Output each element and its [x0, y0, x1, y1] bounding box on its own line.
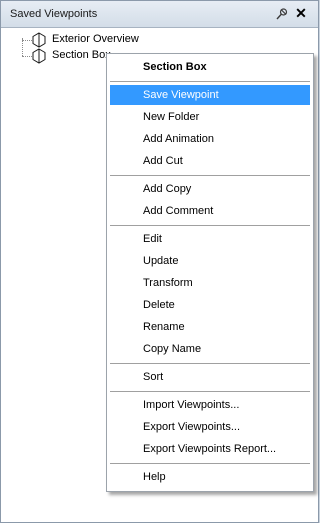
menu-item-add-cut[interactable]: Add Cut: [110, 151, 310, 171]
menu-item-delete[interactable]: Delete: [110, 295, 310, 315]
menu-item-label: Save Viewpoint: [143, 89, 219, 101]
tree-item-section-box[interactable]: Section Box: [1, 48, 111, 64]
tree-item-exterior-overview[interactable]: Exterior Overview: [1, 32, 201, 48]
menu-item-label: New Folder: [143, 111, 200, 123]
panel-titlebar: Saved Viewpoints ✕: [1, 1, 318, 28]
menu-item-label: Copy Name: [143, 343, 202, 355]
menu-item-transform[interactable]: Transform: [110, 273, 310, 293]
menu-item-add-animation[interactable]: Add Animation: [110, 129, 310, 149]
tree-item-label: Exterior Overview: [52, 33, 139, 45]
menu-item-label: Sort: [143, 371, 164, 383]
menu-item-update[interactable]: Update: [110, 251, 310, 271]
menu-item-copy-name[interactable]: Copy Name: [110, 339, 310, 359]
menu-item-label: Update: [143, 255, 179, 267]
viewpoint-icon: [32, 48, 46, 64]
menu-separator: [110, 81, 310, 82]
menu-separator: [110, 463, 310, 464]
menu-item-label: Delete: [143, 299, 175, 311]
panel-title: Saved Viewpoints: [10, 8, 98, 20]
menu-item-edit[interactable]: Edit: [110, 229, 310, 249]
context-menu: Section Box Save Viewpoint New Folder Ad…: [106, 53, 314, 492]
menu-separator: [110, 391, 310, 392]
menu-item-label: Add Cut: [143, 155, 183, 167]
menu-item-label: Add Copy: [143, 183, 192, 195]
menu-header-label: Section Box: [143, 61, 207, 73]
menu-header-section-box: Section Box: [110, 57, 310, 77]
pin-icon[interactable]: [275, 7, 289, 21]
menu-item-label: Export Viewpoints Report...: [143, 443, 277, 455]
menu-item-label: Help: [143, 471, 166, 483]
menu-item-add-comment[interactable]: Add Comment: [110, 201, 310, 221]
menu-item-help[interactable]: Help: [110, 467, 310, 487]
menu-item-import-viewpoints[interactable]: Import Viewpoints...: [110, 395, 310, 415]
viewpoint-icon: [32, 32, 46, 48]
menu-item-export-viewpoints[interactable]: Export Viewpoints...: [110, 417, 310, 437]
menu-item-add-copy[interactable]: Add Copy: [110, 179, 310, 199]
menu-item-label: Export Viewpoints...: [143, 421, 241, 433]
menu-item-new-folder[interactable]: New Folder: [110, 107, 310, 127]
menu-item-sort[interactable]: Sort: [110, 367, 310, 387]
menu-item-label: Add Comment: [143, 205, 214, 217]
menu-item-rename[interactable]: Rename: [110, 317, 310, 337]
menu-item-save-viewpoint[interactable]: Save Viewpoint: [110, 85, 310, 105]
menu-item-label: Import Viewpoints...: [143, 399, 240, 411]
tree-item-label: Section Box: [52, 49, 111, 61]
menu-item-export-viewpoints-report[interactable]: Export Viewpoints Report...: [110, 439, 310, 459]
menu-item-label: Transform: [143, 277, 193, 289]
menu-item-label: Add Animation: [143, 133, 214, 145]
menu-separator: [110, 175, 310, 176]
menu-separator: [110, 363, 310, 364]
menu-item-label: Edit: [143, 233, 162, 245]
menu-item-label: Rename: [143, 321, 185, 333]
close-icon[interactable]: ✕: [294, 5, 308, 21]
menu-separator: [110, 225, 310, 226]
